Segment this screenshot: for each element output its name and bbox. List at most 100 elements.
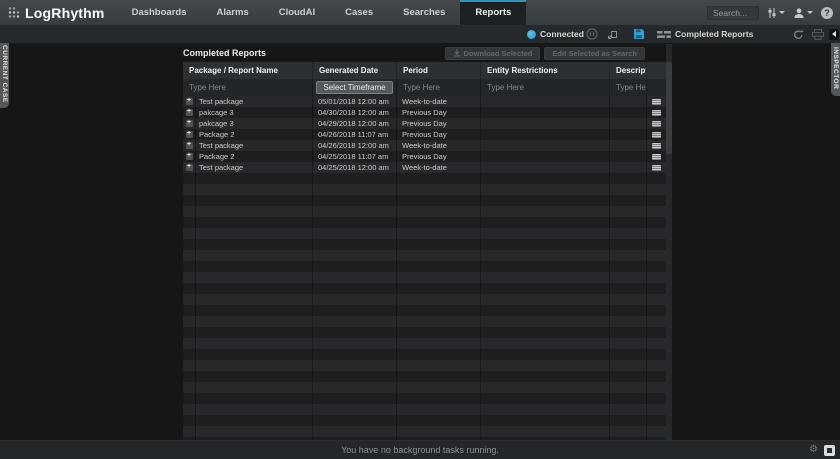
report-actions-cell[interactable] [647, 140, 666, 151]
nav-tab-label: Reports [475, 7, 511, 18]
edit-selected-button[interactable]: Edit Selected as Search [544, 47, 645, 60]
report-file-icon[interactable] [652, 121, 661, 127]
description-filter[interactable]: Type Here [610, 79, 647, 96]
nav-tab[interactable]: Alarms [201, 0, 263, 25]
user-menu[interactable] [793, 7, 813, 19]
table-row[interactable]: + Test package 04/25/2018 12:00 am Week-… [183, 162, 666, 173]
expand-cell[interactable]: + [183, 129, 196, 140]
panel-actions: Download Selected Edit Selected as Searc… [445, 47, 666, 60]
report-file-icon[interactable] [652, 99, 661, 105]
column-header-description[interactable]: Description [610, 62, 647, 79]
collapse-panel-button[interactable] [829, 25, 839, 43]
empty-table-row [183, 195, 666, 206]
print-icon [812, 29, 824, 40]
help-icon[interactable]: ? [821, 7, 833, 19]
refresh-button[interactable] [793, 25, 804, 43]
entity-filter[interactable]: Type Here [481, 79, 610, 96]
report-actions-cell[interactable] [647, 162, 666, 173]
save-button[interactable] [633, 25, 645, 43]
empty-table-row [183, 217, 666, 228]
table-row[interactable]: + pakcage 3 04/29/2018 12:00 am Previous… [183, 118, 666, 129]
current-case-tab[interactable]: CURRENT CASE [0, 40, 9, 108]
report-actions-cell[interactable] [647, 107, 666, 118]
generated-date: 04/25/2018 11:07 am [318, 152, 388, 161]
expand-row-icon[interactable]: + [186, 120, 193, 127]
pause-button[interactable] [586, 25, 598, 43]
collapse-right-icon [829, 29, 839, 40]
table-scrollbar[interactable] [666, 44, 672, 440]
nav-tab[interactable]: Cases [330, 0, 388, 25]
table-row[interactable]: + Test package 04/26/2018 12:00 am Week-… [183, 140, 666, 151]
report-period: Week-to-date [402, 141, 447, 150]
table-row[interactable]: + Package 2 04/26/2018 11:07 am Previous… [183, 129, 666, 140]
column-header-period[interactable]: Period [397, 62, 481, 79]
report-file-icon[interactable] [652, 110, 661, 116]
expand-cell[interactable]: + [183, 140, 196, 151]
expand-cell[interactable]: + [183, 96, 196, 107]
chevron-down-icon [807, 11, 813, 14]
preferences-menu[interactable] [767, 7, 785, 19]
period-filter[interactable]: Type Here [397, 79, 481, 96]
report-actions-cell[interactable] [647, 129, 666, 140]
popout-button[interactable] [607, 25, 619, 43]
expand-row-icon[interactable]: + [186, 109, 193, 116]
status-bar: You have no background tasks running. ⚙ [0, 440, 840, 459]
report-actions-cell[interactable] [647, 96, 666, 107]
expand-cell[interactable]: + [183, 151, 196, 162]
empty-table-row [183, 327, 666, 338]
nav-tab[interactable]: CloudAI [264, 0, 330, 25]
report-actions-cell[interactable] [647, 118, 666, 129]
expand-row-icon[interactable]: + [186, 153, 193, 160]
nav-tab[interactable]: Dashboards [117, 0, 202, 25]
table-row[interactable]: + Test package 05/01/2018 12:00 am Week-… [183, 96, 666, 107]
sliders-icon [767, 7, 777, 19]
expand-row-icon[interactable]: + [186, 164, 193, 171]
expand-row-icon[interactable]: + [186, 142, 193, 149]
nav-tab-label: Dashboards [132, 7, 187, 18]
empty-table-row [183, 250, 666, 261]
logrhythm-logo: LogRhythm [0, 0, 117, 25]
name-filter[interactable]: Type Here [183, 79, 313, 96]
user-icon [793, 7, 805, 19]
empty-table-row [183, 261, 666, 272]
expand-cell[interactable]: + [183, 107, 196, 118]
report-file-icon[interactable] [652, 143, 661, 149]
download-selected-button[interactable]: Download Selected [445, 47, 541, 60]
report-file-icon[interactable] [652, 132, 661, 138]
search-input[interactable] [707, 6, 759, 20]
expand-row-icon[interactable]: + [186, 131, 193, 138]
expand-row-icon[interactable]: + [186, 98, 193, 105]
empty-table-row [183, 426, 666, 437]
select-timeframe-button[interactable]: Select Timeframe [316, 81, 393, 94]
print-button[interactable] [812, 25, 824, 43]
report-file-icon[interactable] [652, 165, 661, 171]
actions-filter-cell [647, 79, 666, 96]
gear-icon[interactable]: ⚙ [809, 445, 818, 455]
nav-tab[interactable]: Searches [388, 0, 460, 25]
report-file-icon[interactable] [652, 154, 661, 160]
name-filter-placeholder: Type Here [183, 83, 226, 92]
empty-table-row [183, 404, 666, 415]
generated-date: 04/26/2018 11:07 am [318, 130, 388, 139]
panel-titlebar: Completed Reports Download Selected Edit… [183, 44, 666, 62]
expand-cell[interactable]: + [183, 118, 196, 129]
topnav-right-controls: ? [707, 0, 840, 25]
report-period: Previous Day [402, 152, 447, 161]
nav-tab[interactable]: Reports [460, 0, 526, 25]
table-row[interactable]: + Package 2 04/25/2018 11:07 am Previous… [183, 151, 666, 162]
inspector-tab[interactable]: INSPECTOR [831, 40, 840, 96]
connection-status: Connected [527, 25, 584, 43]
report-period: Previous Day [402, 108, 447, 117]
nav-tabs: Dashboards Alarms CloudAI Cases Searches… [117, 0, 527, 25]
expand-cell[interactable]: + [183, 162, 196, 173]
scrollbar-thumb[interactable] [666, 62, 672, 154]
completed-reports-view[interactable]: Completed Reports [657, 25, 753, 43]
column-header-name[interactable]: Package / Report Name [183, 62, 313, 79]
tasks-panel-toggle[interactable] [824, 445, 835, 456]
column-header-entity-restrictions[interactable]: Entity Restrictions [481, 62, 610, 79]
column-header-generated-date[interactable]: Generated Date [313, 62, 397, 79]
report-actions-cell[interactable] [647, 151, 666, 162]
report-period: Previous Day [402, 130, 447, 139]
table-row[interactable]: + pakcage 3 04/30/2018 12:00 am Previous… [183, 107, 666, 118]
empty-table-row [183, 415, 666, 426]
